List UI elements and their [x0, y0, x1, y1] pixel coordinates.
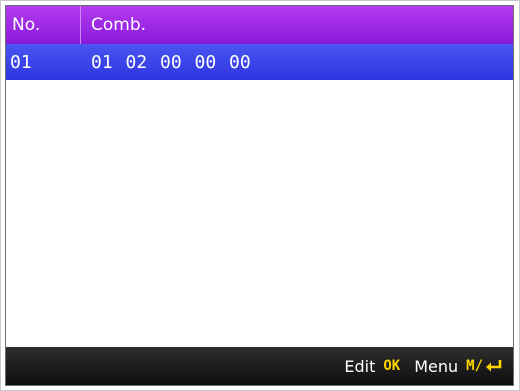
table-header: No. Comb. — [6, 6, 513, 44]
enter-arrow-icon — [486, 360, 502, 372]
edit-hint[interactable]: Edit OK — [344, 357, 400, 376]
column-header-comb: Comb. — [91, 15, 147, 35]
screen: No. Comb. 01 01 02 00 00 00 Edit OK Menu… — [5, 5, 514, 386]
edit-label: Edit — [344, 356, 376, 376]
list-empty-area — [6, 80, 513, 349]
row-comb-cell: 01 02 00 00 00 — [91, 51, 251, 73]
column-header-no: No. — [6, 6, 81, 44]
row-no-cell: 01 — [10, 51, 32, 73]
menu-label: Menu — [414, 356, 459, 376]
footer-bar: Edit OK Menu M/ — [6, 347, 513, 385]
device-frame: No. Comb. 01 01 02 00 00 00 Edit OK Menu… — [0, 0, 520, 391]
table-row[interactable]: 01 01 02 00 00 00 — [6, 44, 513, 80]
edit-key: OK — [383, 358, 401, 374]
menu-hint[interactable]: Menu M/ — [414, 357, 503, 376]
menu-key: M/ — [466, 358, 483, 374]
